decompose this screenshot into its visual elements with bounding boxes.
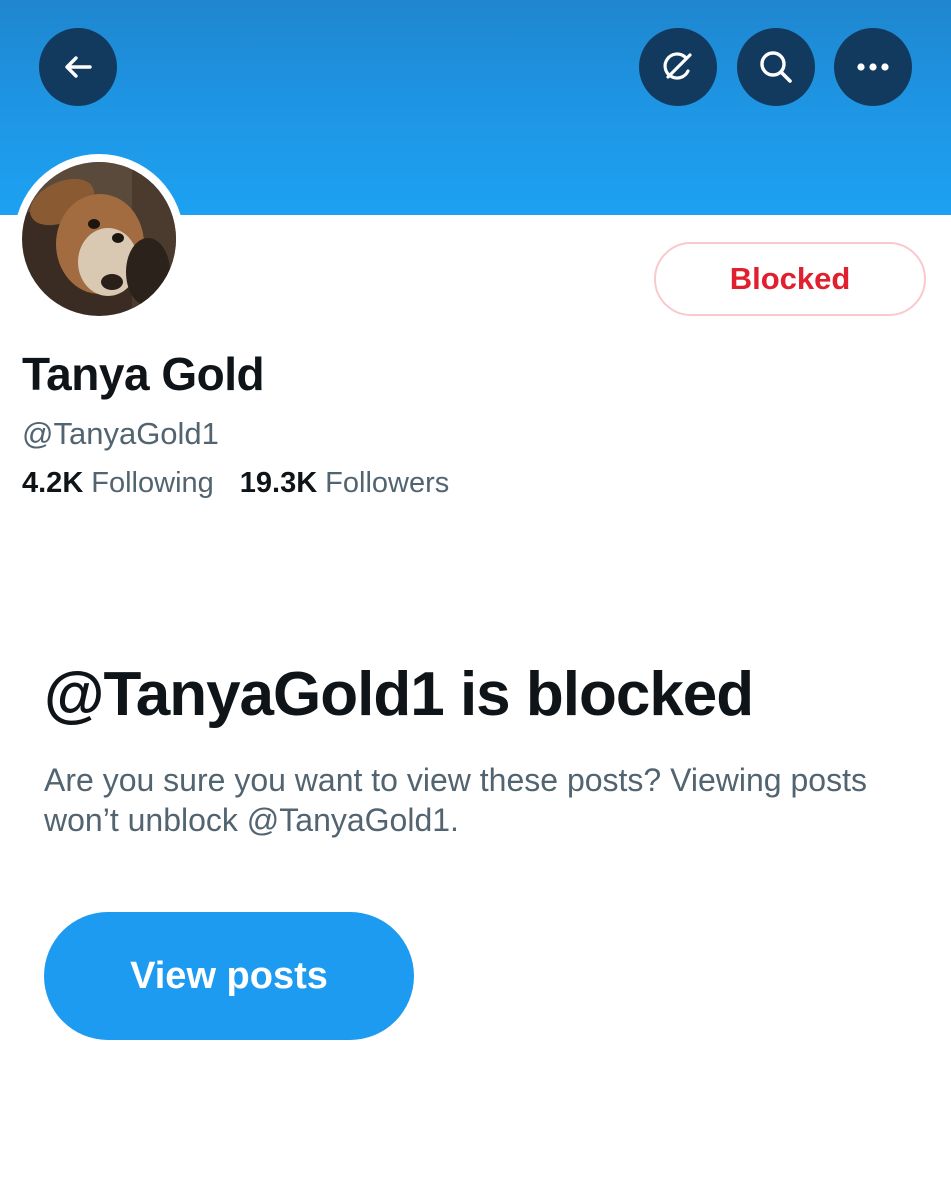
following-link[interactable]: 4.2K Following bbox=[22, 467, 214, 500]
blocked-description: Are you sure you want to view these post… bbox=[44, 762, 867, 838]
grok-icon bbox=[659, 48, 697, 86]
view-posts-button[interactable]: View posts bbox=[44, 912, 414, 1040]
search-icon bbox=[757, 48, 795, 86]
following-count: 4.2K bbox=[22, 467, 84, 499]
followers-link[interactable]: 19.3K Followers bbox=[240, 467, 449, 500]
blocked-title: @TanyaGold1 is blocked bbox=[44, 660, 754, 729]
more-icon bbox=[855, 62, 891, 72]
avatar[interactable] bbox=[22, 162, 176, 316]
back-button[interactable] bbox=[39, 28, 117, 106]
blocked-button[interactable]: Blocked bbox=[654, 242, 926, 316]
display-name: Tanya Gold bbox=[22, 348, 265, 400]
profile-stats: 4.2K Following 19.3K Followers bbox=[22, 467, 475, 500]
arrow-left-icon bbox=[61, 50, 95, 84]
search-button[interactable] bbox=[737, 28, 815, 106]
more-button[interactable] bbox=[834, 28, 912, 106]
avatar-frame[interactable] bbox=[14, 154, 184, 324]
profile-handle: @TanyaGold1 bbox=[22, 416, 219, 451]
following-label: Following bbox=[91, 467, 214, 499]
grok-button[interactable] bbox=[639, 28, 717, 106]
followers-count: 19.3K bbox=[239, 467, 318, 499]
followers-label: Followers bbox=[325, 467, 450, 499]
